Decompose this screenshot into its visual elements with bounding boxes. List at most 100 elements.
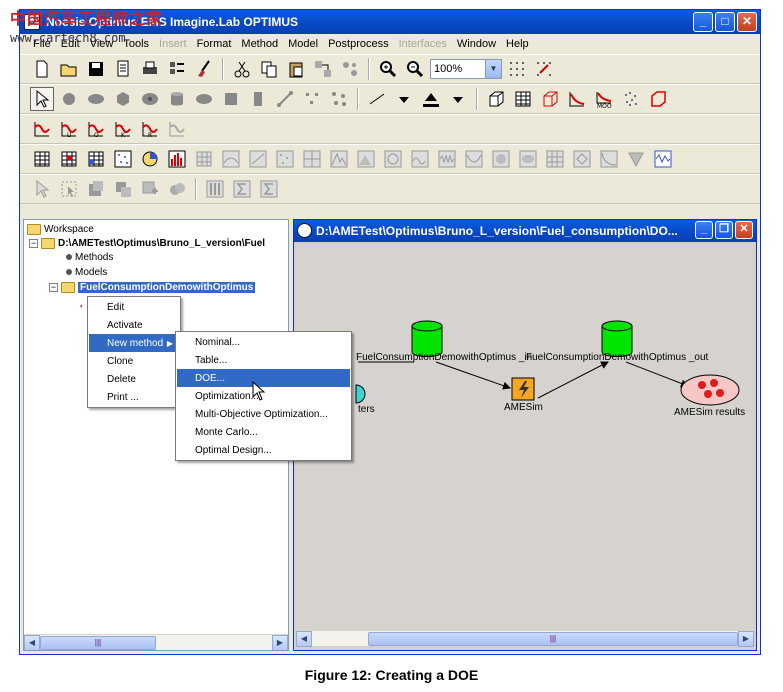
ellipse-node-icon[interactable]	[84, 87, 108, 111]
circle-node-icon[interactable]	[57, 87, 81, 111]
pareto-icon[interactable]	[565, 87, 589, 111]
scroll-right-button[interactable]: ▶	[738, 630, 754, 647]
table-blue-icon[interactable]	[84, 147, 108, 171]
graph-r-icon[interactable]: R	[138, 117, 162, 141]
ctx-new-method[interactable]: New method ▶	[89, 334, 179, 352]
inner-minimize-button[interactable]: _	[695, 221, 713, 239]
workflow-window-title: D:\AMETest\Optimus\Bruno_L_version\Fuel_…	[316, 224, 678, 238]
minimize-button[interactable]: _	[693, 12, 713, 32]
tree-node-project[interactable]: − D:\AMETest\Optimus\Bruno_L_version\Fue…	[29, 236, 265, 250]
red-cube-icon[interactable]	[538, 87, 562, 111]
ctx-print[interactable]: Print ...	[89, 388, 179, 406]
red-box-icon[interactable]	[646, 87, 670, 111]
submenu-monte-carlo[interactable]: Monte Carlo...	[177, 423, 350, 441]
parameters-node[interactable]	[355, 384, 366, 404]
submenu-optimal-design[interactable]: Optimal Design...	[177, 441, 350, 459]
grid-icon[interactable]	[505, 57, 529, 81]
random-points-icon[interactable]	[619, 87, 643, 111]
scatter-tool-icon[interactable]	[327, 87, 351, 111]
tree-horizontal-scrollbar[interactable]: ◀ ||| ▶	[24, 634, 288, 650]
line-style-dropdown-icon[interactable]	[392, 87, 416, 111]
table-view-icon[interactable]	[511, 87, 535, 111]
submenu-table[interactable]: Table...	[177, 351, 350, 369]
snap-grid-icon[interactable]	[532, 57, 556, 81]
scroll-thumb[interactable]: |||	[40, 635, 156, 650]
ctx-delete[interactable]: Delete	[89, 370, 179, 388]
ctx-clone[interactable]: Clone	[89, 352, 179, 370]
select-pointer-icon[interactable]	[30, 87, 54, 111]
workflow-edge[interactable]	[435, 361, 511, 390]
table-red-icon[interactable]	[57, 147, 81, 171]
scroll-thumb[interactable]: |||	[368, 631, 738, 646]
database-node-icon[interactable]	[165, 87, 189, 111]
inner-restore-button[interactable]: ❐	[715, 221, 733, 239]
workflow-canvas[interactable]: FuelConsumptionDemowithOptimus _in FuelC…	[296, 244, 754, 630]
line-tool-icon[interactable]	[365, 87, 389, 111]
fill-color-dropdown-icon[interactable]	[446, 87, 470, 111]
rect-node-icon[interactable]	[246, 87, 270, 111]
properties-icon[interactable]	[111, 57, 135, 81]
connector-icon[interactable]	[273, 87, 297, 111]
open-folder-icon[interactable]	[57, 57, 81, 81]
zoom-combo[interactable]: 100% ▼	[430, 59, 502, 79]
paste-icon[interactable]	[284, 57, 308, 81]
scroll-left-button[interactable]: ◀	[24, 634, 40, 650]
disk-node-icon[interactable]	[192, 87, 216, 111]
collapse-icon[interactable]: −	[49, 282, 58, 292]
moo-icon[interactable]: MOO	[592, 87, 616, 111]
menu-method[interactable]: Method	[236, 38, 283, 50]
histogram-icon[interactable]	[165, 147, 189, 171]
ctx-activate[interactable]: Activate	[89, 316, 179, 334]
hexagon-node-icon[interactable]	[111, 87, 135, 111]
cube-icon[interactable]	[484, 87, 508, 111]
amesim-solver-node[interactable]	[511, 377, 535, 401]
menu-postprocess[interactable]: Postprocess	[323, 38, 394, 50]
zoom-out-icon[interactable]	[403, 57, 427, 81]
new-file-icon[interactable]	[30, 57, 54, 81]
broom-icon[interactable]	[192, 57, 216, 81]
graph-o-icon[interactable]: O	[84, 117, 108, 141]
collapse-icon[interactable]: −	[29, 238, 38, 248]
dots-tool-icon[interactable]	[300, 87, 324, 111]
table-icon[interactable]	[30, 147, 54, 171]
fill-color-icon[interactable]	[419, 87, 443, 111]
inner-close-button[interactable]: ✕	[735, 221, 753, 239]
ungroup-icon[interactable]	[338, 57, 362, 81]
cut-icon[interactable]	[230, 57, 254, 81]
tree-node-workspace[interactable]: Workspace	[27, 222, 94, 236]
menu-window[interactable]: Window	[452, 38, 501, 50]
group-icon[interactable]	[311, 57, 335, 81]
tree-node-workflow[interactable]: − FuelConsumptionDemowithOptimus	[49, 280, 256, 294]
close-button[interactable]: ✕	[737, 12, 757, 32]
list-icon[interactable]	[165, 57, 189, 81]
copy-icon[interactable]	[257, 57, 281, 81]
figure-caption: Figure 12: Creating a DOE	[304, 667, 479, 683]
graph-u-icon[interactable]: U	[57, 117, 81, 141]
ctx-edit[interactable]: Edit	[89, 298, 179, 316]
chevron-down-icon[interactable]: ▼	[485, 60, 501, 78]
square-node-icon[interactable]	[219, 87, 243, 111]
oval-node-icon[interactable]	[138, 87, 162, 111]
maximize-button[interactable]: □	[715, 12, 735, 32]
print-icon[interactable]	[138, 57, 162, 81]
submenu-nominal[interactable]: Nominal...	[177, 333, 350, 351]
menu-help[interactable]: Help	[501, 38, 534, 50]
zoom-in-icon[interactable]	[376, 57, 400, 81]
workflow-edge[interactable]	[537, 361, 609, 399]
scatter-matrix-icon[interactable]	[111, 147, 135, 171]
pie-chart-icon[interactable]	[138, 147, 162, 171]
graph-plot-icon[interactable]	[30, 117, 54, 141]
spectrum-icon[interactable]	[651, 147, 675, 171]
workflow-edge[interactable]	[625, 361, 689, 388]
tree-node-methods[interactable]: Methods	[66, 250, 113, 264]
submenu-multi-objective[interactable]: Multi-Objective Optimization...	[177, 405, 350, 423]
scroll-right-button[interactable]: ▶	[272, 634, 288, 650]
menu-model[interactable]: Model	[283, 38, 323, 50]
graph-k-icon[interactable]: K	[111, 117, 135, 141]
scroll-left-button[interactable]: ◀	[296, 630, 312, 647]
save-icon[interactable]	[84, 57, 108, 81]
tree-node-models[interactable]: Models	[66, 265, 107, 279]
workflow-window-title-bar[interactable]: D:\AMETest\Optimus\Bruno_L_version\Fuel_…	[294, 220, 756, 242]
amesim-results-node[interactable]	[680, 374, 740, 406]
canvas-horizontal-scrollbar[interactable]: ◀ ||| ▶	[296, 630, 754, 647]
